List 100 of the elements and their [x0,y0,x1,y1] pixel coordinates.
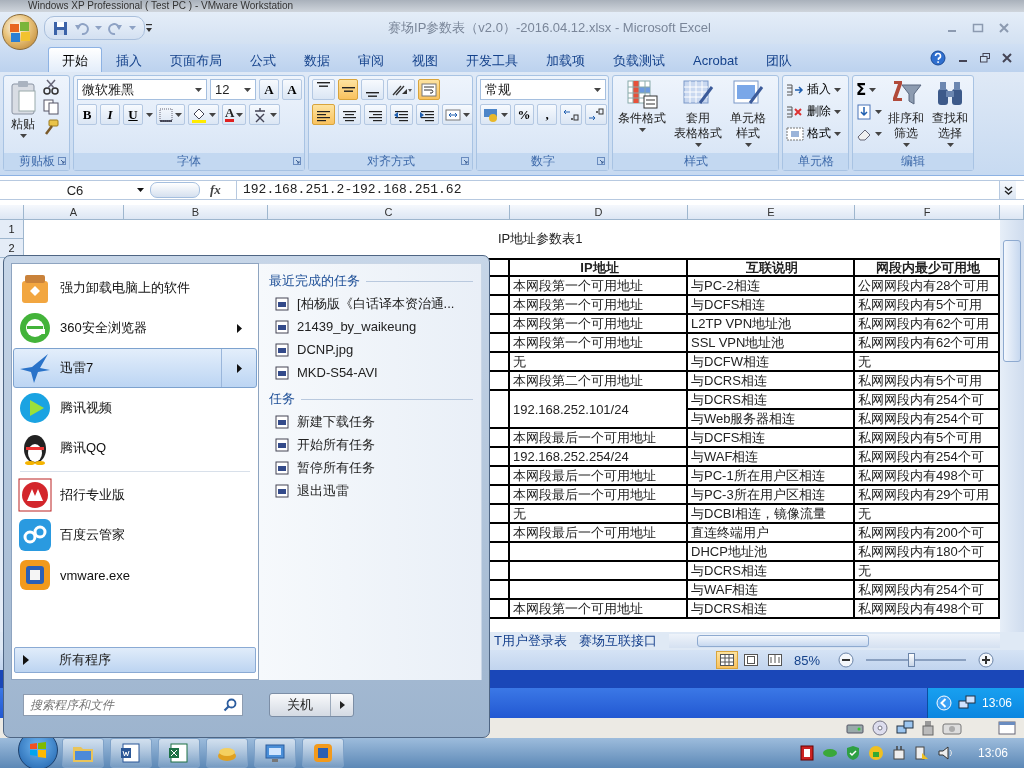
jump-list-item[interactable]: MKD-S54-AVI [269,361,473,384]
plug-icon[interactable] [891,745,906,761]
grow-font-button[interactable]: A [259,79,279,100]
editing-button[interactable]: 查找和 选择 [930,79,970,153]
dialog-launcher-icon[interactable] [58,157,66,165]
help-icon[interactable] [930,50,946,66]
ribbon-tab[interactable]: 开始 [48,47,102,72]
font-color-button[interactable]: A [222,104,247,125]
speaker-icon[interactable] [937,745,954,761]
view-button[interactable] [716,651,738,669]
taskbar-button[interactable] [158,738,200,768]
ribbon-tab[interactable]: 插入 [102,47,156,72]
program-item[interactable]: 腾讯视频 [13,388,257,428]
shrink-font-button[interactable]: A [282,79,302,100]
style-button[interactable]: 套用 表格格式 [672,79,724,153]
jump-list-item[interactable]: 21439_by_waikeung [269,315,473,338]
zoom-level[interactable]: 85% [794,652,830,668]
taskbar-button[interactable] [254,738,296,768]
alignment-button[interactable] [312,79,335,100]
ribbon-tab[interactable]: 公式 [236,47,290,72]
font-size-field[interactable]: 12 [210,79,256,100]
ribbon-tab[interactable]: 加载项 [532,47,599,72]
dialog-launcher-icon[interactable] [461,157,469,165]
program-item[interactable]: 强力卸载电脑上的软件 [13,268,257,308]
taskbar-button[interactable] [302,738,344,768]
row-header[interactable]: 1 [0,220,24,239]
alignment-button[interactable] [390,104,413,125]
jump-list-item[interactable]: [柏杨版《白话译本资治通... [269,292,473,315]
program-item[interactable]: 360安全浏览器 [13,308,257,348]
ribbon-tab[interactable]: 审阅 [344,47,398,72]
comma-button[interactable]: , [537,104,557,125]
copy-icon[interactable] [43,99,59,115]
network-icon[interactable] [958,695,976,711]
window-icon[interactable] [998,721,1016,735]
scrollbar[interactable] [1000,220,1024,632]
sheet-tab[interactable]: 赛场互联接口 [578,632,657,650]
decimal-increase-button[interactable] [560,104,582,125]
search-icon[interactable] [223,698,237,712]
alignment-button[interactable] [361,79,384,100]
merge-button[interactable] [442,104,473,125]
jump-list-item[interactable]: 暂停所有任务 [269,456,473,479]
usb-icon[interactable] [922,720,934,736]
zoom-in-icon[interactable] [978,652,994,668]
program-item[interactable]: 腾讯QQ [13,428,257,468]
search-field[interactable]: 搜索程序和文件 [23,694,243,716]
taskbar-button[interactable] [110,738,152,768]
save-icon[interactable] [53,20,68,36]
sum-button[interactable]: Σ [856,80,867,99]
dialog-launcher-icon[interactable] [597,157,605,165]
cut-icon[interactable] [43,79,59,95]
expand-button[interactable] [999,181,1016,199]
network-icon[interactable] [896,720,914,736]
chevron-icon[interactable] [936,695,952,711]
scrollbar[interactable] [668,634,1000,648]
ribbon-tab[interactable]: Acrobat [679,47,752,72]
ribbon-tab[interactable]: 数据 [290,47,344,72]
format-painter-icon[interactable] [43,119,59,135]
disc-icon[interactable] [872,720,888,736]
style-button[interactable]: 条件格式 [616,79,668,153]
border-button[interactable] [156,104,185,125]
fill-down-icon[interactable] [856,103,872,120]
zoom-out-icon[interactable] [838,652,854,668]
sheet-tab[interactable]: T用户登录表 [494,632,567,650]
percent-button[interactable]: % [514,104,534,125]
shutdown-button[interactable]: 关机 [269,693,354,717]
customize-icon[interactable] [145,23,153,33]
alignment-button[interactable] [338,79,358,100]
alignment-button[interactable] [387,79,415,100]
program-item[interactable]: 招行专业版 [13,475,257,515]
jump-list-item[interactable]: 新建下载任务 [269,410,473,433]
cells-button[interactable]: 格式 [786,123,841,144]
restore-icon[interactable] [980,53,990,63]
shield-icon[interactable] [845,745,860,761]
alignment-button[interactable] [416,104,439,125]
paste-button[interactable]: 粘贴 [7,79,39,153]
fill-color-button[interactable] [188,104,219,125]
cells-button[interactable]: 删除 [786,101,841,122]
currency-button[interactable] [480,104,511,125]
jump-list-item[interactable]: 退出迅雷 [269,479,473,502]
cells-button[interactable]: 插入 [786,79,841,100]
slider-thumb[interactable] [908,653,915,667]
bold-button[interactable]: B [77,104,97,125]
italic-button[interactable]: I [100,104,120,125]
alignment-button[interactable] [364,104,387,125]
ribbon-tab[interactable]: 视图 [398,47,452,72]
close-icon[interactable] [1002,53,1012,63]
style-button[interactable]: 单元格 样式 [728,79,768,153]
alignment-button[interactable] [312,104,335,125]
dialog-launcher-icon[interactable] [293,157,301,165]
name-box[interactable]: C6 [0,181,150,199]
font-name-field[interactable]: 微软雅黑 [77,79,207,100]
program-item[interactable]: 百度云管家 [13,515,257,555]
phonetic-button[interactable] [249,104,281,125]
ribbon-tab[interactable]: 页面布局 [156,47,236,72]
function-button[interactable]: fx [210,182,236,198]
film-icon[interactable] [799,745,814,761]
jump-list-item[interactable]: DCNP.jpg [269,338,473,361]
office-button[interactable] [2,14,38,50]
ribbon-tab[interactable]: 团队 [751,47,806,72]
underline-button[interactable]: U [123,104,143,125]
